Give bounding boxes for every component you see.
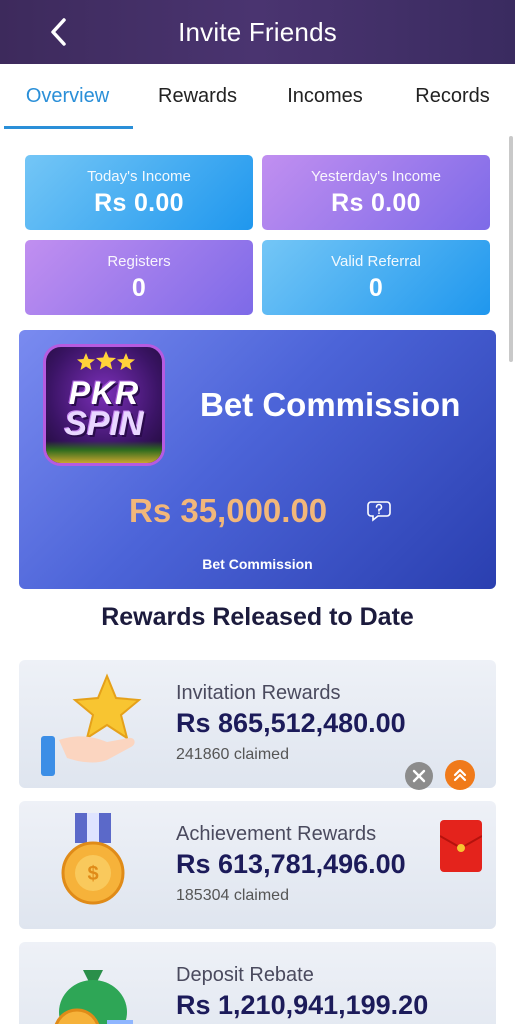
- logo-text-spin: SPIN: [64, 405, 144, 443]
- question-bubble-icon[interactable]: [367, 500, 391, 522]
- app-logo: PKR SPIN: [43, 344, 165, 466]
- tab-active-indicator: [4, 126, 133, 129]
- tab-rewards[interactable]: Rewards: [135, 64, 260, 128]
- achievement-rewards-amount: Rs 613,781,496.00: [176, 849, 406, 879]
- bet-commission-title: Bet Commission: [200, 386, 461, 423]
- deposit-rebate-card[interactable]: Deposit Rebate Rs 1,210,941,199.20: [19, 942, 496, 1024]
- today-income-label: Today's Income: [87, 167, 191, 185]
- app-header: Invite Friends: [0, 0, 515, 64]
- svg-text:$: $: [87, 863, 98, 885]
- money-bag-icon: [54, 970, 133, 1024]
- registers-card: Registers 0: [25, 240, 253, 315]
- star-hand-icon: [41, 673, 142, 776]
- achievement-rewards-card[interactable]: $ Achievement Rewards Rs 613,781,496.00 …: [19, 801, 496, 929]
- invitation-rewards-amount: Rs 865,512,480.00: [176, 708, 406, 738]
- tab-incomes[interactable]: Incomes: [260, 64, 390, 128]
- tab-records[interactable]: Records: [390, 64, 515, 128]
- scroll-top-button[interactable]: [445, 760, 475, 790]
- page-title: Invite Friends: [178, 16, 337, 47]
- today-income-card: Today's Income Rs 0.00: [25, 155, 253, 230]
- today-income-value: Rs 0.00: [94, 188, 184, 217]
- achievement-rewards-claimed: 185304 claimed: [176, 887, 289, 904]
- yesterday-income-value: Rs 0.00: [331, 188, 421, 217]
- tab-overview[interactable]: Overview: [0, 64, 135, 128]
- valid-referral-value: 0: [368, 273, 384, 302]
- red-envelope-icon: [439, 835, 483, 852]
- yesterday-income-label: Yesterday's Income: [311, 167, 441, 185]
- invitation-rewards-name: Invitation Rewards: [176, 682, 341, 704]
- achievement-rewards-name: Achievement Rewards: [176, 823, 377, 845]
- logo-coins: [46, 441, 162, 463]
- scrollbar[interactable]: [509, 136, 513, 362]
- red-envelope-button[interactable]: [439, 820, 483, 872]
- close-icon: [412, 769, 426, 783]
- valid-referral-card: Valid Referral 0: [262, 240, 490, 315]
- bet-commission-amount: Rs 35,000.00: [129, 492, 328, 529]
- chevron-left-icon: [51, 18, 66, 46]
- tab-bar: Overview Rewards Incomes Records: [0, 64, 515, 130]
- medal-icon: $: [61, 813, 125, 905]
- back-button[interactable]: [44, 16, 76, 48]
- double-chevron-up-icon: [453, 768, 467, 782]
- valid-referral-label: Valid Referral: [331, 252, 421, 270]
- rewards-section-title: Rewards Released to Date: [101, 603, 414, 631]
- close-button[interactable]: [405, 762, 433, 790]
- bet-commission-subtitle: Bet Commission: [202, 556, 313, 572]
- registers-label: Registers: [107, 252, 171, 270]
- bet-commission-card: PKR SPIN Bet Commission Rs 35,000.00 Bet…: [19, 330, 496, 589]
- yesterday-income-card: Yesterday's Income Rs 0.00: [262, 155, 490, 230]
- registers-value: 0: [131, 273, 147, 302]
- deposit-rebate-amount: Rs 1,210,941,199.20: [176, 990, 429, 1020]
- stars-icon: [77, 351, 135, 370]
- deposit-rebate-name: Deposit Rebate: [176, 964, 314, 986]
- invitation-rewards-claimed: 241860 claimed: [176, 746, 289, 763]
